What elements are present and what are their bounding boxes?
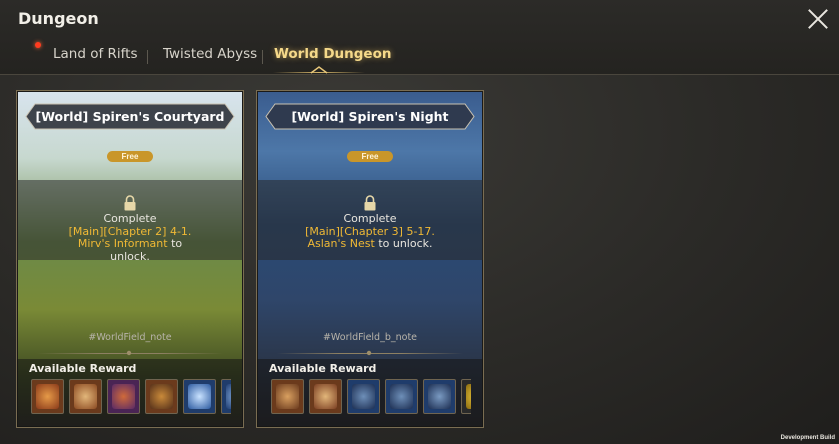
active-tab-caret-icon [310,66,328,74]
requirement-quest: Aslan's Nest [307,237,375,250]
blue-trophy-reward-icon[interactable] [183,379,216,414]
purple-card-reward-icon[interactable] [107,379,140,414]
rewards-label: Available Reward [29,362,137,375]
unlock-prefix: Complete [343,212,397,225]
requirement-quest: Mirv's Informant [77,237,168,250]
dungeon-card-spirens-courtyard[interactable]: [World] Spiren's Courtyard Free Complete… [16,90,244,428]
tab-land-of-rifts[interactable]: Land of Rifts [53,46,138,62]
free-badge: Free [347,151,393,162]
card-title: [World] Spiren's Courtyard [35,109,225,124]
divider-ornament-icon [366,350,372,356]
unlock-suffix: to [171,237,183,250]
dungeon-card-spirens-night[interactable]: [World] Spiren's Night Free Complete [Ma… [256,90,484,428]
unlock-prefix: Complete [103,212,157,225]
unlock-requirement-text: Complete [Main][Chapter 3] 5-17. Aslan's… [257,212,483,251]
blue-statue-reward-icon[interactable] [347,379,380,414]
tab-divider [147,50,148,64]
unlock-end: unlock. [110,249,150,263]
alert-dot-icon [35,42,41,48]
card-title: [World] Spiren's Night [291,109,449,124]
blue-statue-reward-icon[interactable] [385,379,418,414]
orange-card-reward-icon[interactable] [145,379,178,414]
gold-partial-reward-icon[interactable] [461,379,471,414]
card-title-banner: [World] Spiren's Courtyard [25,103,235,130]
orange-card-reward-icon[interactable] [271,379,304,414]
orange-card-reward-icon[interactable] [31,379,64,414]
divider-ornament-icon [126,350,132,356]
top-bar: Dungeon Land of Rifts Twisted Abyss Worl… [0,0,839,75]
card-note: #WorldField_note [88,332,172,343]
blue-partial-reward-icon[interactable] [221,379,231,414]
rewards-label: Available Reward [269,362,377,375]
lock-icon [364,195,376,211]
close-icon[interactable] [807,8,829,30]
free-badge: Free [107,151,153,162]
reward-list [29,379,231,417]
page-title: Dungeon [18,9,99,28]
reward-list [269,379,471,417]
card-note: #WorldField_b_note [322,332,418,343]
unlock-requirement-text: Complete [Main][Chapter 2] 4-1. Mirv's I… [17,212,243,263]
tab-divider [262,50,263,64]
build-label: Development Build [780,435,835,441]
unlock-suffix: to unlock. [378,237,433,250]
tab-world-dungeon[interactable]: World Dungeon [274,46,391,62]
card-title-banner: [World] Spiren's Night [265,103,475,130]
orange-card-reward-icon[interactable] [69,379,102,414]
lock-icon [124,195,136,211]
blue-statue-reward-icon[interactable] [423,379,456,414]
orange-card-reward-icon[interactable] [309,379,342,414]
tab-twisted-abyss[interactable]: Twisted Abyss [163,46,257,62]
